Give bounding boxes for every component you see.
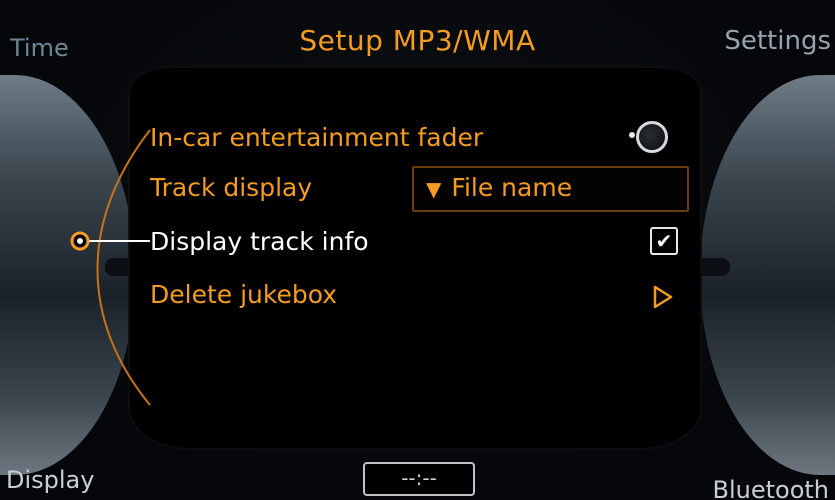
checkmark-icon: ✔ <box>655 229 673 253</box>
menu-item-label: Display track info <box>150 227 369 256</box>
menu-item-fader[interactable]: In-car entertainment fader <box>150 123 483 152</box>
menu-item-display-track-info[interactable]: Display track info <box>150 227 369 256</box>
menu-item-label: Track display <box>150 173 313 202</box>
menu-item-label: In-car entertainment fader <box>150 123 484 152</box>
mmi-screen: Time Setup MP3/WMA Settings In-car enter… <box>0 0 835 500</box>
softkey-bluetooth[interactable]: Bluetooth <box>712 476 829 500</box>
play-arrow-icon[interactable] <box>652 284 674 310</box>
menu-item-track-display[interactable]: Track display <box>150 173 312 202</box>
display-track-info-checkbox[interactable]: ✔ <box>650 227 678 255</box>
fader-indicator-dot <box>629 132 635 138</box>
menu-item-label: Delete jukebox <box>150 280 338 309</box>
fader-knob-icon[interactable] <box>636 121 668 153</box>
track-display-dropdown[interactable]: ▼ File name <box>412 166 689 212</box>
selector-arc <box>70 129 151 406</box>
clock-display: --:-- <box>363 462 475 496</box>
menu-item-delete-jukebox[interactable]: Delete jukebox <box>150 280 337 309</box>
dropdown-value: File name <box>451 173 573 202</box>
softkey-display[interactable]: Display <box>6 466 94 494</box>
triangle-down-icon: ▼ <box>426 177 442 201</box>
